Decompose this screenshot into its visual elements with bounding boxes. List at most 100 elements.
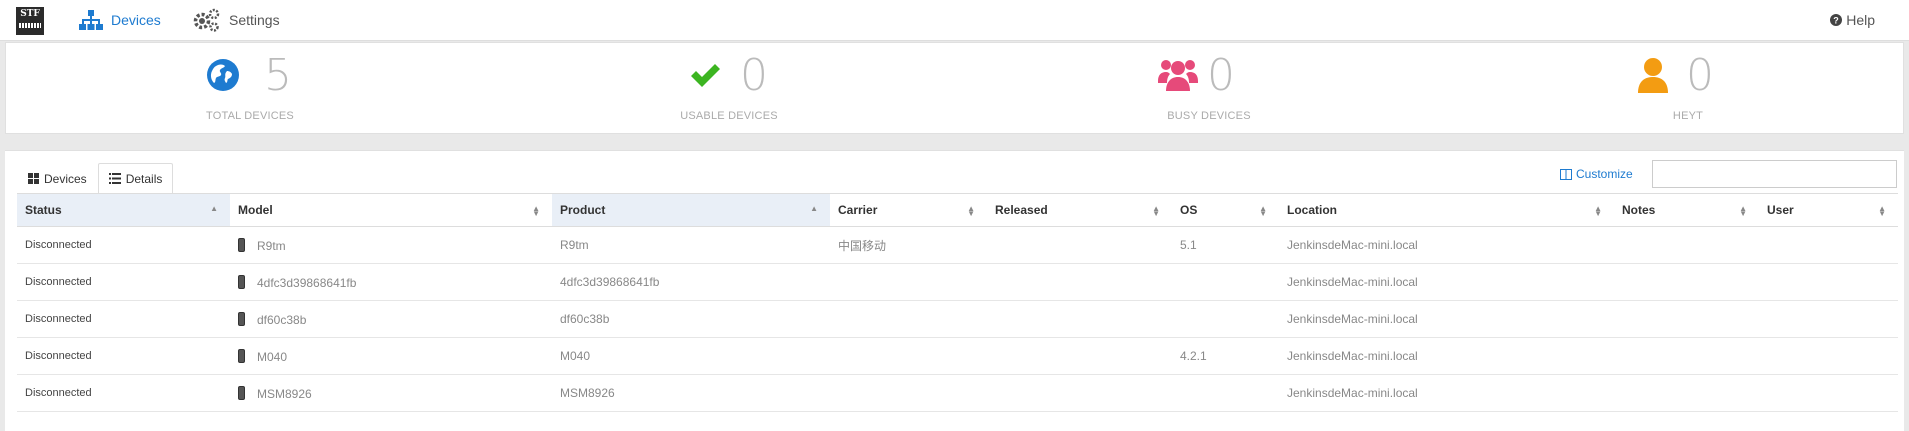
cell-notes[interactable] xyxy=(1614,374,1759,412)
cell-notes[interactable] xyxy=(1614,226,1759,264)
device-stats-panel: 5 TOTAL DEVICES 0 USABLE DEVICES 0 BUSY … xyxy=(5,42,1904,134)
help-link[interactable]: ? Help xyxy=(1830,0,1875,40)
cell-carrier xyxy=(830,300,987,338)
cell-model: R9tm xyxy=(230,226,552,264)
cell-location: JenkinsdeMac-mini.local xyxy=(1279,300,1614,338)
columns-icon xyxy=(1560,168,1572,180)
column-header-released[interactable]: Released ▲ ▼ xyxy=(987,193,1172,227)
stat-busy-label: BUSY DEVICES xyxy=(1167,110,1251,122)
cell-carrier xyxy=(830,337,987,375)
cell-carrier xyxy=(830,263,987,301)
check-icon xyxy=(689,63,721,94)
table-header-row: Status ▲ Model ▲ ▼ Product ▲ Carrier ▲ ▼ Relea… xyxy=(17,193,1898,227)
sort-icon: ▲ ▼ xyxy=(1259,204,1267,218)
cell-notes[interactable] xyxy=(1614,337,1759,375)
gears-icon xyxy=(193,8,221,32)
cell-product: R9tm xyxy=(552,226,830,264)
cell-product: df60c38b xyxy=(552,300,830,338)
cell-status: Disconnected xyxy=(17,337,230,375)
stat-busy-devices: 0 BUSY DEVICES xyxy=(1059,43,1359,135)
phone-icon xyxy=(238,311,245,326)
cell-released xyxy=(987,226,1172,264)
tab-devices-label: Devices xyxy=(44,171,87,186)
cell-carrier xyxy=(830,374,987,412)
column-header-model[interactable]: Model ▲ ▼ xyxy=(230,193,552,227)
phone-icon xyxy=(238,385,245,400)
column-header-os[interactable]: OS ▲ ▼ xyxy=(1172,193,1279,227)
cell-location: JenkinsdeMac-mini.local xyxy=(1279,226,1614,264)
table-row[interactable]: Disconnected R9tm R9tm 中国移动 5.1 Jenkinsd… xyxy=(17,226,1898,264)
stat-heyt-label: HEYT xyxy=(1672,110,1704,122)
stat-heyt-number: 0 xyxy=(1686,50,1714,101)
cell-product: MSM8926 xyxy=(552,374,830,412)
stat-total-number: 5 xyxy=(264,50,292,101)
svg-text:?: ? xyxy=(1833,16,1839,26)
cell-os xyxy=(1172,300,1279,338)
sort-icon: ▲ ▼ xyxy=(967,204,975,218)
device-table: Status ▲ Model ▲ ▼ Product ▲ Carrier ▲ ▼ Relea… xyxy=(17,193,1898,412)
cell-location: JenkinsdeMac-mini.local xyxy=(1279,374,1614,412)
stat-busy-number: 0 xyxy=(1207,50,1235,101)
nav-settings-link[interactable]: Settings xyxy=(193,0,280,40)
tab-details-label: Details xyxy=(125,171,163,186)
cell-location: JenkinsdeMac-mini.local xyxy=(1279,337,1614,375)
logo-stripe xyxy=(19,23,41,28)
stat-total-label: TOTAL DEVICES xyxy=(206,110,294,122)
list-icon xyxy=(108,173,121,184)
cell-os: 4.2.1 xyxy=(1172,337,1279,375)
device-list-panel: Devices Details Customize Status ▲ Model… xyxy=(5,150,1904,431)
cell-model: MSM8926 xyxy=(230,374,552,412)
column-header-location[interactable]: Location ▲ ▼ xyxy=(1279,193,1614,227)
customize-button[interactable]: Customize xyxy=(1560,164,1633,184)
globe-icon xyxy=(207,59,239,96)
cell-released xyxy=(987,263,1172,301)
cell-status: Disconnected xyxy=(17,300,230,338)
sort-asc-icon: ▲ xyxy=(810,204,818,213)
user-icon xyxy=(1638,57,1668,98)
column-header-notes[interactable]: Notes ▲ ▼ xyxy=(1614,193,1759,227)
table-row[interactable]: Disconnected M040 M040 4.2.1 JenkinsdeMa… xyxy=(17,337,1898,375)
nav-devices-link[interactable]: Devices xyxy=(79,0,161,40)
stat-usable-number: 0 xyxy=(740,50,768,101)
cell-os: 5.1 xyxy=(1172,226,1279,264)
logo-text: STF xyxy=(20,9,40,19)
cell-model: df60c38b xyxy=(230,300,552,338)
cell-status: Disconnected xyxy=(17,374,230,412)
table-row[interactable]: Disconnected df60c38b df60c38b Jenkinsde… xyxy=(17,300,1898,338)
column-header-carrier[interactable]: Carrier ▲ ▼ xyxy=(830,193,987,227)
question-circle-icon: ? xyxy=(1830,14,1843,26)
sort-icon: ▲ ▼ xyxy=(1878,204,1886,218)
sort-asc-icon: ▲ xyxy=(210,204,218,213)
cell-user xyxy=(1759,263,1898,301)
tab-details[interactable]: Details xyxy=(97,163,174,193)
device-filter-input[interactable] xyxy=(1652,160,1897,188)
nav-devices-label: Devices xyxy=(111,12,161,28)
nav-settings-label: Settings xyxy=(229,12,280,28)
cell-notes[interactable] xyxy=(1614,300,1759,338)
cell-user xyxy=(1759,226,1898,264)
cell-released xyxy=(987,300,1172,338)
cell-released xyxy=(987,337,1172,375)
stf-logo[interactable]: STF xyxy=(16,7,44,35)
cell-notes[interactable] xyxy=(1614,263,1759,301)
cell-user xyxy=(1759,374,1898,412)
table-row[interactable]: Disconnected 4dfc3d39868641fb 4dfc3d3986… xyxy=(17,263,1898,301)
column-header-user[interactable]: User ▲ ▼ xyxy=(1759,193,1898,227)
cell-os xyxy=(1172,263,1279,301)
stat-heyt: 0 HEYT xyxy=(1538,43,1838,135)
top-navbar: STF Devices Settings ? Help xyxy=(0,0,1909,41)
sort-icon: ▲ ▼ xyxy=(1594,204,1602,218)
users-icon xyxy=(1158,57,1198,98)
column-header-status[interactable]: Status ▲ xyxy=(17,193,230,227)
cell-user xyxy=(1759,337,1898,375)
sitemap-icon xyxy=(79,10,103,30)
sort-icon: ▲ ▼ xyxy=(532,204,540,218)
view-tabs: Devices Details xyxy=(17,163,174,193)
customize-label: Customize xyxy=(1576,167,1633,181)
table-row[interactable]: Disconnected MSM8926 MSM8926 JenkinsdeMa… xyxy=(17,374,1898,412)
tab-devices[interactable]: Devices xyxy=(17,163,98,193)
cell-product: 4dfc3d39868641fb xyxy=(552,263,830,301)
column-header-product[interactable]: Product ▲ xyxy=(552,193,830,227)
cell-model: M040 xyxy=(230,337,552,375)
sort-icon: ▲ ▼ xyxy=(1152,204,1160,218)
